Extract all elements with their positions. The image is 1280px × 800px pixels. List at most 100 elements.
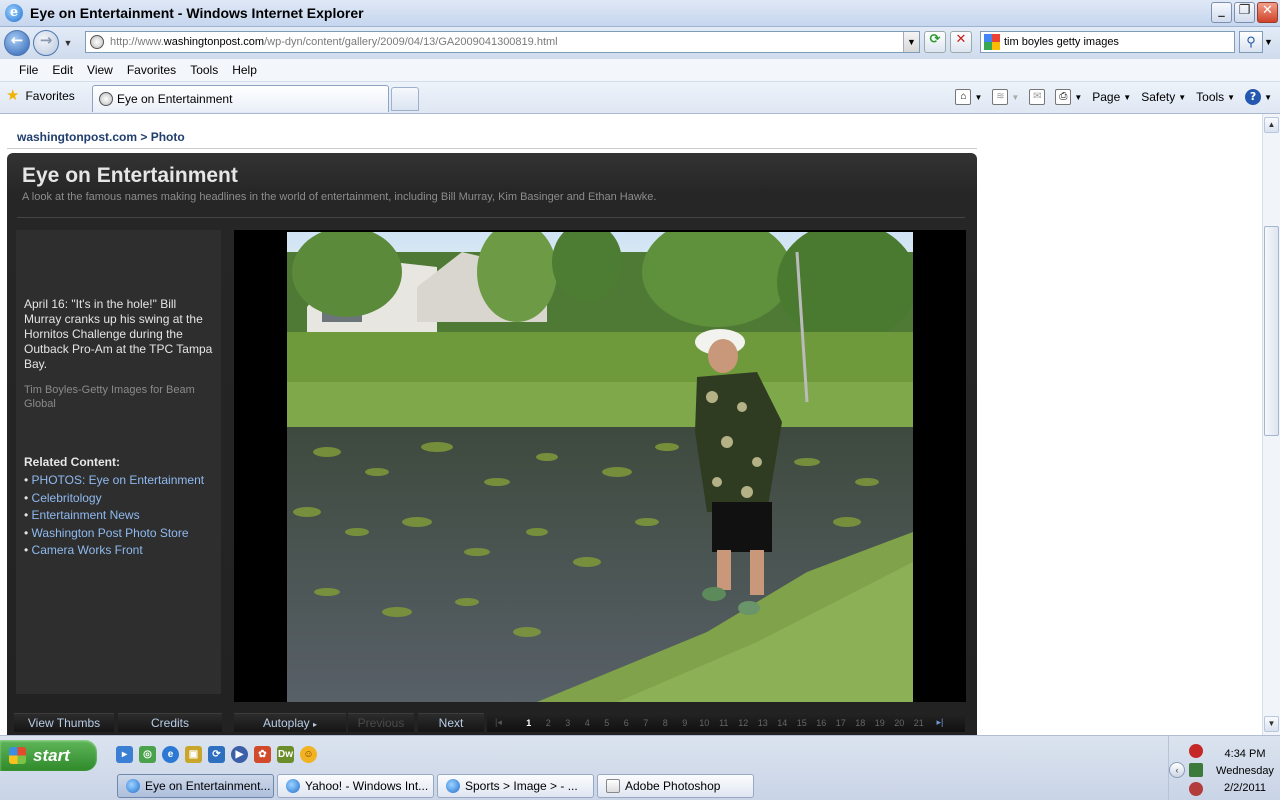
favorites-button[interactable]: ★ Favorites (6, 88, 75, 103)
page-link-19[interactable]: 19 (870, 718, 890, 728)
page-link-2[interactable]: 2 (539, 718, 559, 728)
page-link-16[interactable]: 16 (812, 718, 832, 728)
gallery-photo[interactable] (287, 232, 913, 702)
related-link-photo-store[interactable]: Washington Post Photo Store (32, 526, 189, 540)
vertical-scrollbar[interactable]: ▲ ▼ (1262, 114, 1280, 735)
first-page-icon[interactable]: |◂ (495, 717, 519, 728)
url-text[interactable]: http://www.washingtonpost.com/wp-dyn/con… (110, 36, 558, 48)
page-menu[interactable]: Page ▼ (1092, 90, 1131, 104)
security-shield-icon[interactable] (1189, 744, 1203, 758)
photo-gallery: Eye on Entertainment A look at the famou… (7, 153, 977, 735)
next-button[interactable]: Next (418, 713, 484, 732)
breadcrumb: washingtonpost.com > Photo (17, 130, 185, 144)
related-content-heading: Related Content: (24, 455, 120, 469)
gift-icon[interactable]: ✿ (254, 746, 271, 763)
page-link-11[interactable]: 11 (714, 718, 734, 728)
scrollbar-thumb[interactable] (1264, 226, 1279, 436)
smiley-icon[interactable]: ☺ (300, 746, 317, 763)
refresh-button[interactable]: ⟳ (924, 31, 946, 53)
menu-favorites[interactable]: Favorites (127, 63, 176, 77)
page-link-9[interactable]: 9 (675, 718, 695, 728)
menu-tools[interactable]: Tools (190, 63, 218, 77)
page-link-12[interactable]: 12 (734, 718, 754, 728)
search-box[interactable] (980, 31, 1235, 53)
menu-help[interactable]: Help (232, 63, 257, 77)
safety-menu[interactable]: Safety ▼ (1141, 90, 1186, 104)
start-button[interactable]: start (0, 740, 97, 771)
list-item: • Entertainment News (24, 508, 140, 522)
breadcrumb-site-link[interactable]: washingtonpost.com (17, 130, 137, 144)
autoplay-button[interactable]: Autoplay ▸ (234, 713, 346, 732)
scroll-up-button[interactable]: ▲ (1264, 117, 1279, 133)
page-link-13[interactable]: 13 (753, 718, 773, 728)
feeds-button[interactable]: ≋ ▼ (992, 89, 1019, 105)
search-options-dropdown[interactable]: ▼ (1264, 37, 1273, 47)
internet-explorer-icon[interactable]: e (162, 746, 179, 763)
taskbar-item-photoshop[interactable]: Adobe Photoshop (597, 774, 754, 798)
network-icon[interactable] (1189, 763, 1203, 777)
page-link-14[interactable]: 14 (773, 718, 793, 728)
search-input[interactable] (1004, 36, 1224, 48)
breadcrumb-photo-link[interactable]: Photo (151, 130, 185, 144)
last-page-icon[interactable]: ▸| (937, 717, 944, 728)
related-link-photos[interactable]: PHOTOS: Eye on Entertainment (32, 473, 205, 487)
menu-file[interactable]: File (19, 63, 38, 77)
safety-menu-label: Safety (1141, 90, 1176, 104)
page-link-3[interactable]: 3 (558, 718, 578, 728)
menu-edit[interactable]: Edit (52, 63, 73, 77)
page-link-20[interactable]: 20 (890, 718, 910, 728)
media-icon[interactable]: ◎ (139, 746, 156, 763)
page-link-15[interactable]: 15 (792, 718, 812, 728)
antivirus-icon[interactable] (1189, 782, 1203, 796)
clock-date: 2/2/2011 (1223, 782, 1266, 794)
taskbar-item-sports-image[interactable]: Sports > Image > - ... (437, 774, 594, 798)
media-player-icon[interactable]: ▶ (231, 746, 248, 763)
chevron-down-icon: ▼ (974, 92, 983, 102)
page-link-1[interactable]: 1 (519, 718, 539, 728)
read-mail-button[interactable]: ✉ (1029, 89, 1046, 105)
previous-button[interactable]: Previous (348, 713, 414, 732)
credits-button[interactable]: Credits (118, 713, 222, 732)
stop-button[interactable]: ✕ (950, 31, 972, 53)
page-link-6[interactable]: 6 (617, 718, 637, 728)
tab-eye-on-entertainment[interactable]: Eye on Entertainment (92, 85, 389, 112)
dreamweaver-icon[interactable]: Dw (277, 746, 294, 763)
page-link-5[interactable]: 5 (597, 718, 617, 728)
page-link-21[interactable]: 21 (909, 718, 929, 728)
chevron-down-icon: ▼ (1178, 92, 1187, 102)
menu-view[interactable]: View (87, 63, 113, 77)
minimize-button[interactable]: _ (1211, 2, 1232, 23)
new-tab-button[interactable] (391, 87, 419, 111)
page-link-18[interactable]: 18 (851, 718, 871, 728)
home-button[interactable]: ⌂ ▼ (955, 89, 982, 105)
page-link-17[interactable]: 17 (831, 718, 851, 728)
scroll-down-button[interactable]: ▼ (1264, 716, 1279, 732)
taskbar-item-yahoo[interactable]: Yahoo! - Windows Int... (277, 774, 434, 798)
start-label: start (33, 745, 70, 765)
restore-button[interactable]: ❐ (1234, 2, 1255, 23)
related-link-entertainment-news[interactable]: Entertainment News (32, 508, 140, 522)
address-dropdown-button[interactable]: ▼ (903, 32, 919, 52)
tools-menu[interactable]: Tools ▼ (1196, 90, 1235, 104)
show-hidden-icons-button[interactable]: ‹ (1169, 762, 1185, 778)
page-link-4[interactable]: 4 (578, 718, 598, 728)
related-link-celebritology[interactable]: Celebritology (32, 491, 102, 505)
refresh-app-icon[interactable]: ⟳ (208, 746, 225, 763)
clock[interactable]: 4:34 PM Wednesday 2/2/2011 (1209, 746, 1280, 797)
view-thumbs-button[interactable]: View Thumbs (14, 713, 114, 732)
address-field[interactable]: http://www.washingtonpost.com/wp-dyn/con… (85, 31, 920, 53)
search-button[interactable]: ⚲ (1239, 31, 1263, 53)
page-link-8[interactable]: 8 (656, 718, 676, 728)
print-button[interactable]: ⎙ ▼ (1055, 89, 1082, 105)
messenger-icon[interactable]: ▸ (116, 746, 133, 763)
help-menu[interactable]: ? ▼ (1245, 89, 1272, 105)
page-link-10[interactable]: 10 (695, 718, 715, 728)
back-button[interactable]: ← (4, 30, 30, 56)
app-icon[interactable]: ▣ (185, 746, 202, 763)
recent-pages-dropdown[interactable]: ▼ (62, 38, 74, 48)
forward-button[interactable]: → (33, 30, 59, 56)
related-link-camera-works[interactable]: Camera Works Front (32, 543, 143, 557)
taskbar-item-eye-on-entertainment[interactable]: Eye on Entertainment... (117, 774, 274, 798)
close-button[interactable]: ✕ (1257, 2, 1278, 23)
page-link-7[interactable]: 7 (636, 718, 656, 728)
